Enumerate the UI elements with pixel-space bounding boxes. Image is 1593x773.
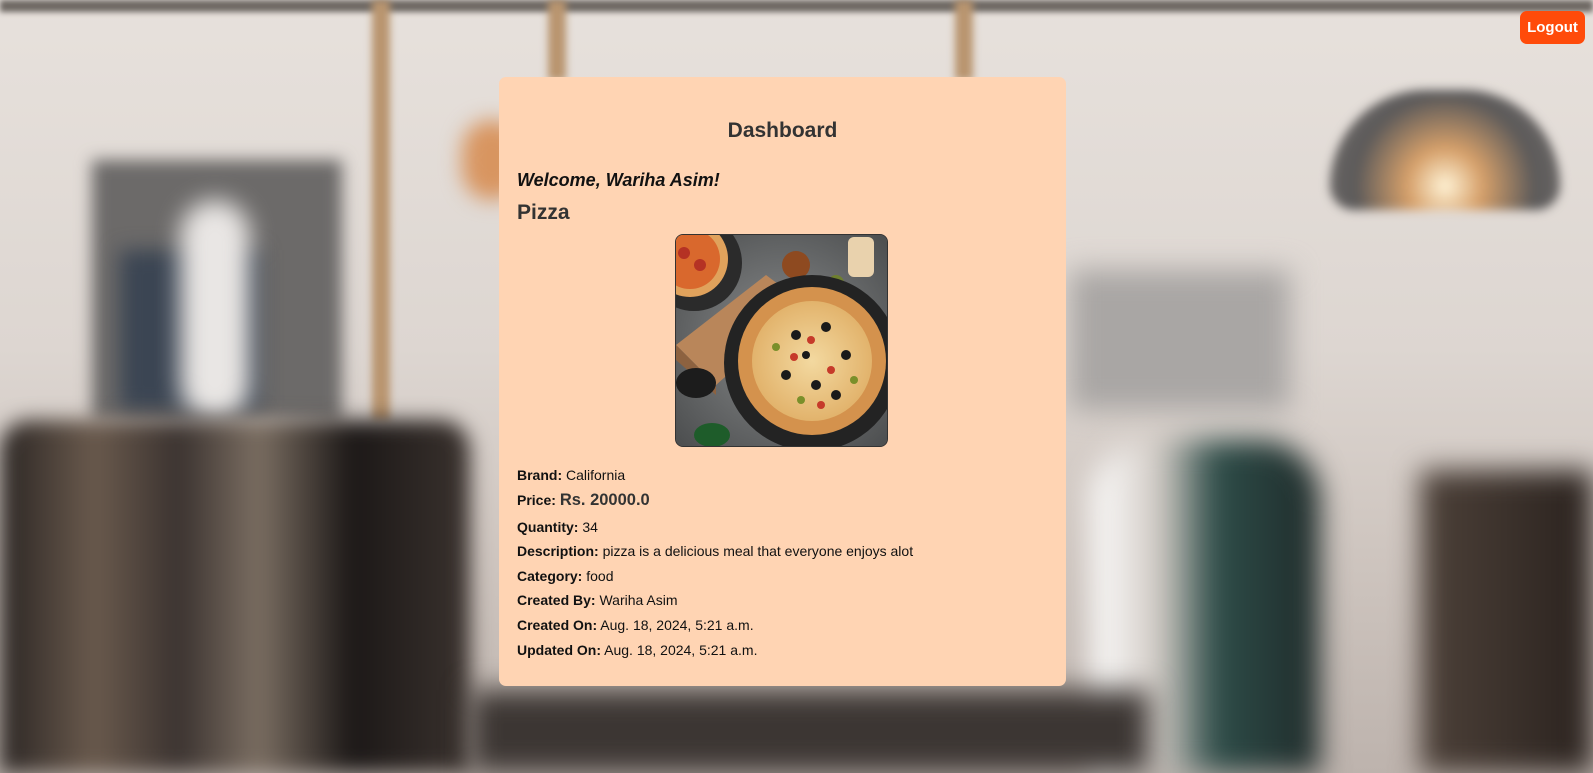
created-on-label: Created On: [517,616,598,633]
description-label: Description: [517,543,599,560]
category-field: Category: food [517,567,913,592]
product-name: Pizza [517,201,570,224]
category-label: Category: [517,567,583,584]
description-field: Description: pizza is a delicious meal t… [517,542,913,567]
created-by-label: Created By: [517,592,596,609]
pizza-image-icon [676,235,887,446]
dashboard-card: Dashboard Welcome, Wariha Asim! Pizza Br… [499,77,1066,686]
brand-label: Brand: [517,467,563,483]
brand-field: Brand: California [517,466,913,491]
welcome-message: Welcome, Wariha Asim! [517,170,720,190]
price-field: Price: Rs. 20000.0 [517,491,913,518]
product-image [675,234,888,447]
brand-value: California [566,467,626,483]
price-value: Rs. 20000.0 [559,490,650,509]
quantity-field: Quantity: 34 [517,518,913,543]
product-details: Brand: California Price: Rs. 20000.0 Qua… [517,466,913,665]
price-label: Price: [517,491,556,508]
created-by-value: Wariha Asim [599,592,678,609]
created-on-value: Aug. 18, 2024, 5:21 a.m. [600,616,754,633]
quantity-value: 34 [582,518,598,535]
updated-on-field: Updated On: Aug. 18, 2024, 5:21 a.m. [517,641,913,666]
quantity-label: Quantity: [517,518,579,535]
description-value: pizza is a delicious meal that everyone … [602,543,914,560]
page-title: Dashboard [727,119,838,142]
created-by-field: Created By: Wariha Asim [517,591,913,616]
logout-button[interactable]: Logout [1520,11,1585,44]
updated-on-label: Updated On: [517,641,601,658]
category-value: food [586,567,614,584]
created-on-field: Created On: Aug. 18, 2024, 5:21 a.m. [517,616,913,641]
updated-on-value: Aug. 18, 2024, 5:21 a.m. [604,641,758,658]
